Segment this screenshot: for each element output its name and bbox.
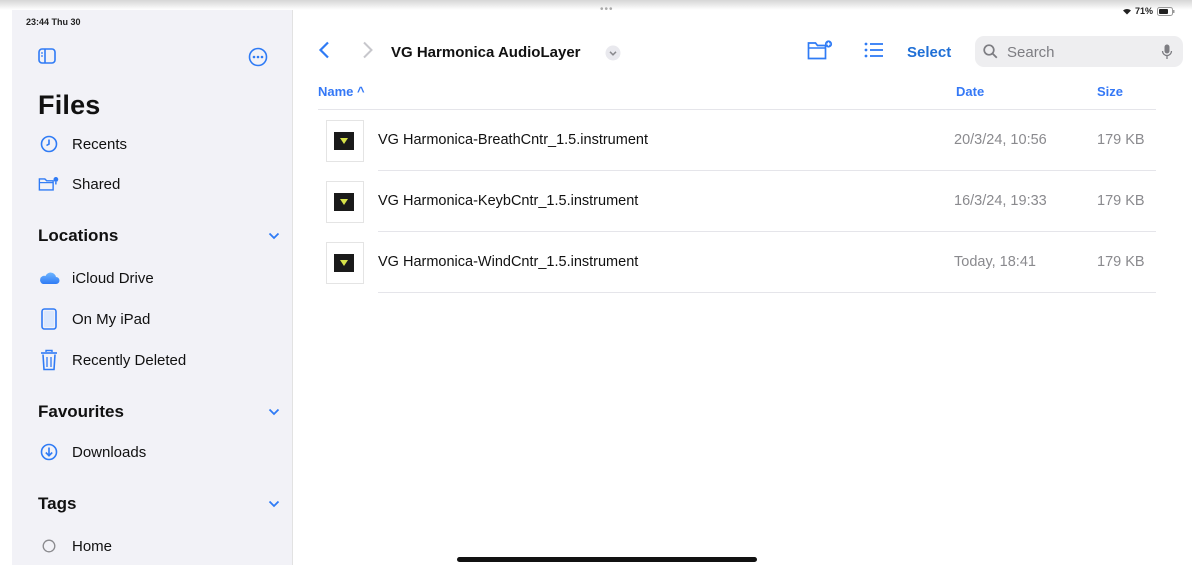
status-bar-right: 71% (1122, 6, 1175, 16)
file-date: Today, 18:41 (954, 254, 1036, 270)
search-bar[interactable] (975, 36, 1183, 67)
microphone-icon[interactable] (1161, 44, 1173, 60)
more-options-icon[interactable] (248, 47, 268, 67)
sidebar-item-label: Downloads (72, 443, 147, 461)
sidebar-item-downloads[interactable]: Downloads (38, 440, 146, 464)
wifi-icon (1123, 8, 1131, 15)
section-header-favourites: Favourites (38, 402, 124, 421)
ipad-icon (38, 308, 60, 330)
file-date: 20/3/24, 10:56 (954, 132, 1047, 148)
multitasking-dots[interactable]: ••• (600, 4, 614, 15)
chevron-down-icon[interactable] (268, 232, 280, 240)
back-icon[interactable] (318, 41, 330, 59)
clock-icon (38, 133, 60, 155)
sidebar-item-label: Recently Deleted (72, 351, 187, 369)
sidebar-item-recents[interactable]: Recents (38, 132, 127, 156)
file-size: 179 KB (1097, 254, 1145, 270)
folder-title[interactable]: VG Harmonica AudioLayer (391, 44, 581, 61)
section-header-locations: Locations (38, 226, 119, 245)
instrument-file-icon (326, 120, 364, 162)
sidebar-item-label: Shared (72, 175, 121, 193)
file-row[interactable]: VG Harmonica-WindCntr_1.5.instrument Tod… (318, 232, 1156, 292)
section-header-tags: Tags (38, 494, 77, 513)
sidebar-item-label: Home (72, 537, 113, 555)
forward-icon[interactable] (362, 41, 374, 59)
icloud-icon (38, 267, 60, 289)
select-button[interactable]: Select (907, 44, 951, 61)
chevron-down-icon[interactable] (268, 408, 280, 416)
download-icon (38, 441, 60, 463)
home-indicator[interactable] (457, 557, 757, 562)
sidebar: 23:44 Thu 30 Files Recents Shared Locati… (12, 10, 293, 565)
battery-percent: 71% (1135, 6, 1154, 16)
sidebar-item-shared[interactable]: Shared (38, 172, 120, 196)
list-view-icon[interactable] (864, 42, 884, 58)
sidebar-item-label: iCloud Drive (72, 269, 154, 287)
file-name: VG Harmonica-BreathCntr_1.5.instrument (378, 132, 648, 148)
file-name: VG Harmonica-WindCntr_1.5.instrument (378, 254, 639, 270)
top-shadow (0, 0, 1192, 10)
file-size: 179 KB (1097, 132, 1145, 148)
instrument-file-icon (326, 242, 364, 284)
file-size: 179 KB (1097, 193, 1145, 209)
tag-circle-icon (38, 535, 60, 557)
new-folder-icon[interactable] (807, 39, 833, 61)
divider (378, 292, 1156, 293)
file-name: VG Harmonica-KeybCntr_1.5.instrument (378, 193, 639, 209)
chevron-down-icon[interactable] (605, 45, 621, 61)
search-input[interactable] (1005, 39, 1159, 65)
instrument-file-icon (326, 181, 364, 223)
trash-icon (38, 349, 60, 371)
sidebar-toggle-icon[interactable] (38, 48, 56, 64)
file-date: 16/3/24, 19:33 (954, 193, 1047, 209)
column-header-date[interactable]: Date (956, 84, 984, 99)
sidebar-item-recently-deleted[interactable]: Recently Deleted (38, 348, 186, 372)
status-time: 23:44 Thu 30 (26, 17, 81, 27)
shared-folder-icon (38, 173, 60, 195)
file-row[interactable]: VG Harmonica-BreathCntr_1.5.instrument 2… (318, 110, 1156, 170)
column-header-name[interactable]: Name ^ (318, 84, 365, 99)
battery-icon (1157, 6, 1175, 16)
column-header-size[interactable]: Size (1097, 84, 1123, 99)
sidebar-title: Files (38, 90, 101, 120)
sidebar-item-on-my-ipad[interactable]: On My iPad (38, 307, 150, 331)
search-icon (983, 44, 998, 59)
chevron-down-icon[interactable] (268, 500, 280, 508)
sidebar-item-label: On My iPad (72, 310, 151, 328)
sidebar-item-tag-home[interactable]: Home (38, 534, 112, 558)
sidebar-item-icloud-drive[interactable]: iCloud Drive (38, 266, 154, 290)
sidebar-item-label: Recents (72, 135, 128, 153)
file-row[interactable]: VG Harmonica-KeybCntr_1.5.instrument 16/… (318, 171, 1156, 231)
